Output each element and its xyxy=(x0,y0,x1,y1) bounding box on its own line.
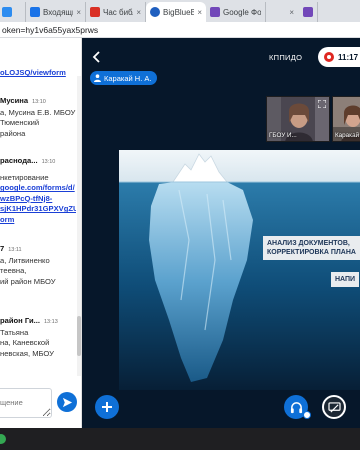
slide-callout: НАПИ xyxy=(331,272,360,287)
message-header: 7 13:11 xyxy=(0,244,76,256)
message-text: Татьяна xyxy=(0,327,29,337)
taskbar xyxy=(0,428,360,450)
recording-indicator[interactable]: 11:17 xyxy=(318,47,360,67)
expand-icon[interactable] xyxy=(318,100,326,108)
tab-title: Час библио xyxy=(103,7,133,17)
callout-text: НАПИ xyxy=(335,276,356,283)
message-link[interactable]: google.com/forms/d/ xyxy=(0,183,76,194)
message-link[interactable]: sjK1HPdr31GPXVgZU xyxy=(0,204,76,215)
meeting-title: КППИДО xyxy=(269,53,303,62)
message-text: на, Каневской xyxy=(0,338,50,348)
screenshare-button[interactable] xyxy=(322,395,346,419)
tab-favicon xyxy=(2,7,12,17)
tab-title: BigBlueB xyxy=(163,7,195,17)
tab-title: Входящие - xyxy=(43,7,73,17)
screen: Входящие - × Час библио × BigBlueB × Goo… xyxy=(0,0,360,450)
close-icon[interactable]: × xyxy=(289,8,294,17)
browser-tabstrip: Входящие - × Час библио × BigBlueB × Goo… xyxy=(0,0,360,22)
message-time: 13:11 xyxy=(8,247,22,253)
message-text: а, Литвиненко xyxy=(0,255,50,265)
chat-message: oLOJSQ/viewform xyxy=(0,68,76,79)
webcam-label: Каракай xyxy=(335,132,360,139)
message-link[interactable]: oLOJSQ/viewform xyxy=(0,68,76,79)
address-bar[interactable]: oken=hy1v6a55yax5prws xyxy=(0,22,360,38)
chat-scrollbar[interactable] xyxy=(77,76,81,376)
message-time: 13:10 xyxy=(32,99,46,105)
chat-message: 7 13:11 а, Литвиненко теевна, ий район М… xyxy=(0,244,76,287)
chat-message-list: oLOJSQ/viewform Мусина 13:10 а, Мусина Е… xyxy=(0,38,76,378)
screenshare-icon xyxy=(327,401,341,413)
sender-name: Мусина xyxy=(0,96,29,105)
tab-title: Google Фор xyxy=(223,7,261,17)
send-button[interactable] xyxy=(57,392,77,412)
webcam-tile[interactable]: ГБОУ И... xyxy=(266,96,330,142)
browser-tab[interactable] xyxy=(0,2,26,22)
message-text: а, Мусина Е.В. МБОУ xyxy=(0,107,76,117)
message-header: Мусина 13:10 xyxy=(0,96,76,108)
google-forms-favicon xyxy=(303,7,313,17)
browser-tab-active[interactable]: BigBlueB × xyxy=(146,2,206,22)
callout-text: КОРРЕКТИРОВКА ПЛАНА xyxy=(267,249,356,256)
webcam-label: ГБОУ И... xyxy=(269,132,297,139)
sender-name: 7 xyxy=(0,244,5,253)
sender-name: район Ги... xyxy=(0,316,40,325)
plus-icon xyxy=(102,402,112,412)
message-text: невская, МБОУ xyxy=(0,348,54,358)
message-header: район Ги... 13:13 xyxy=(0,316,76,328)
chat-panel: oLOJSQ/viewform Мусина 13:10 а, Мусина Е… xyxy=(0,38,82,428)
message-header: раснода... 13:10 xyxy=(0,156,76,168)
chat-message-input[interactable] xyxy=(0,388,52,418)
presenter-badge[interactable]: Каракай Н. А. xyxy=(90,71,158,85)
chat-message: Мусина 13:10 а, Мусина Е.В. МБОУ Тюменск… xyxy=(0,96,76,139)
message-text: района xyxy=(0,128,26,138)
message-text: теевна, xyxy=(0,266,27,276)
sender-name: раснода... xyxy=(0,156,38,165)
callout-text: АНАЛИЗ ДОКУМЕНТОВ, xyxy=(267,240,350,247)
browser-tab[interactable]: Входящие - × xyxy=(26,2,86,22)
tab-favicon xyxy=(90,7,100,17)
actions-button[interactable] xyxy=(95,395,119,419)
slide-callout: АНАЛИЗ ДОКУМЕНТОВ, КОРРЕКТИРОВКА ПЛАНА xyxy=(263,236,360,260)
message-link[interactable]: wzBPcQ-tfNj8- xyxy=(0,194,76,205)
record-icon xyxy=(324,52,334,62)
chevron-left-icon[interactable] xyxy=(90,50,104,64)
message-text: нкетирование xyxy=(0,172,49,182)
message-time: 13:13 xyxy=(43,319,58,325)
user-icon xyxy=(94,74,101,82)
bigbluebutton-favicon xyxy=(150,7,160,17)
close-icon[interactable]: × xyxy=(197,8,202,17)
chat-message: район Ги... 13:13 Татьяна на, Каневской … xyxy=(0,316,76,359)
close-icon[interactable]: × xyxy=(76,8,81,17)
browser-tab[interactable]: Час библио × xyxy=(86,2,146,22)
message-time: 13:10 xyxy=(41,159,56,165)
webcam-tile[interactable]: Каракай xyxy=(332,96,360,142)
message-text: ий район МБОУ xyxy=(0,276,56,286)
audio-status-dot xyxy=(303,411,311,419)
mail-favicon xyxy=(30,7,40,17)
iceberg-illustration xyxy=(119,150,360,390)
message-text: Тюменский xyxy=(0,118,40,128)
scrollbar-thumb[interactable] xyxy=(77,316,81,356)
meeting-area: КППИДО 11:17 Каракай Н. А. ГБОУ И... Кар… xyxy=(82,38,360,428)
message-link[interactable]: orm xyxy=(0,215,76,226)
browser-tab[interactable]: Google Фор xyxy=(206,2,266,22)
browser-tab[interactable]: × xyxy=(266,2,318,22)
close-icon[interactable]: × xyxy=(136,8,141,17)
presenter-name: Каракай Н. А. xyxy=(104,73,152,83)
app-icon[interactable] xyxy=(0,432,8,446)
recording-time: 11:17 xyxy=(338,52,359,62)
headset-icon xyxy=(290,401,302,413)
google-forms-favicon xyxy=(210,7,220,17)
send-icon xyxy=(62,397,72,407)
presentation-slide[interactable]: АНАЛИЗ ДОКУМЕНТОВ, КОРРЕКТИРОВКА ПЛАНА Н… xyxy=(119,150,360,390)
chat-message: раснода... 13:10 нкетирование google.com… xyxy=(0,156,76,226)
